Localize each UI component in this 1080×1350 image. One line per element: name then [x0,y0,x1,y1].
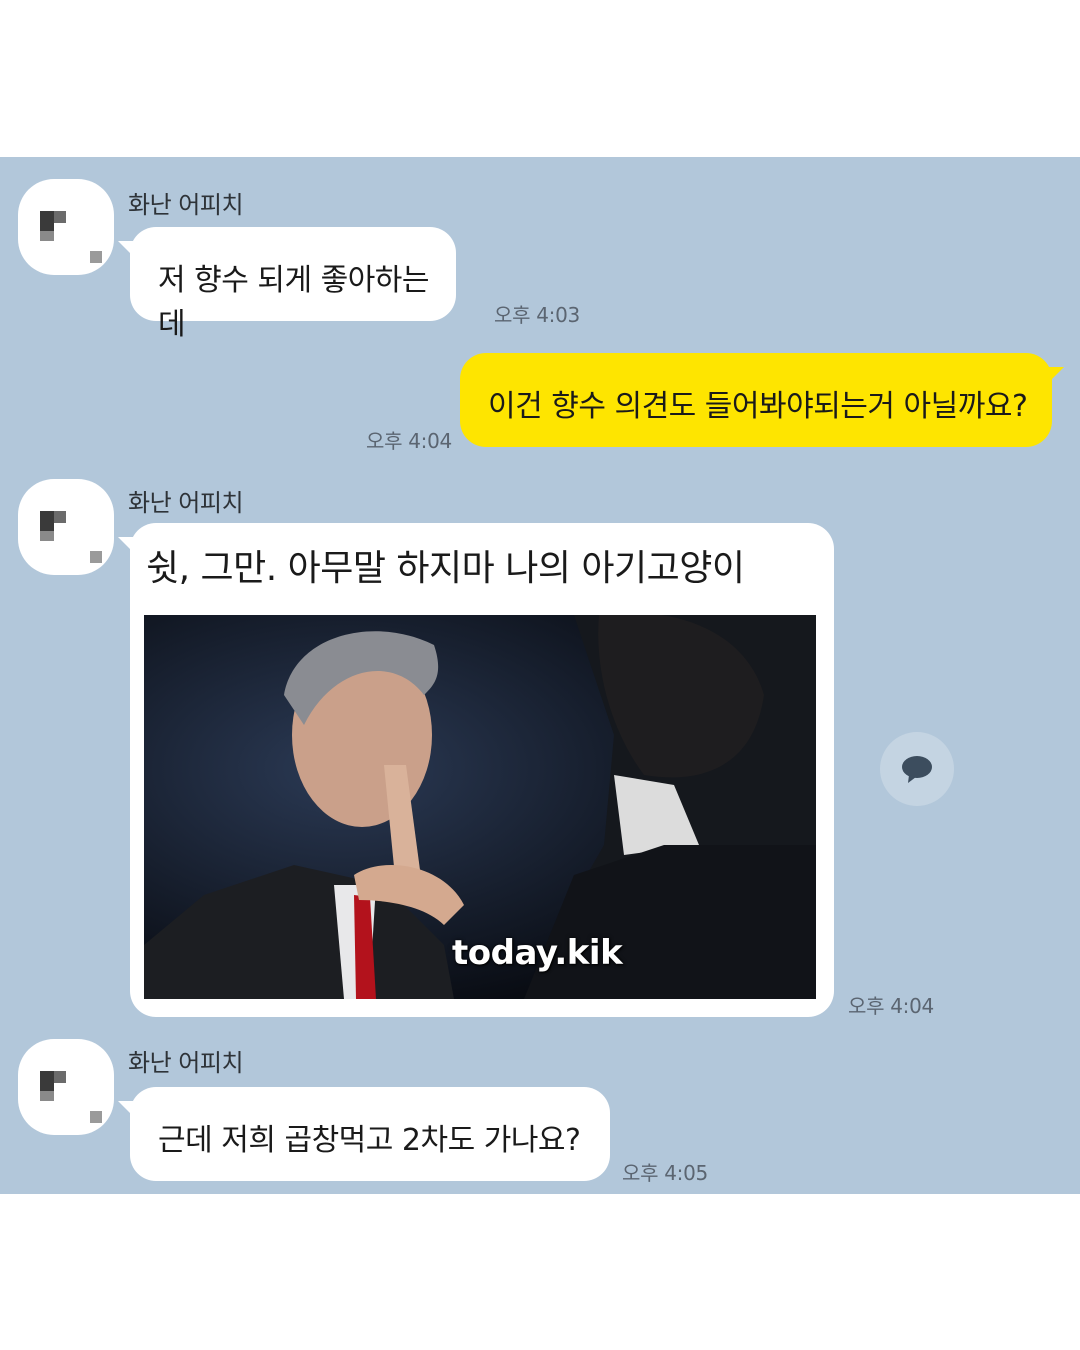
sender-name: 화난 어피치 [128,489,244,517]
message-bubble[interactable]: 근데 저희 곱창먹고 2차도 가나요? [118,1087,610,1181]
avatar[interactable] [18,1039,114,1135]
my-message-bubble[interactable]: 이건 향수 의견도 들어봐야되는거 아닐까요? [460,353,1064,447]
message-time: 오후 4:05 [622,1161,708,1185]
image-message-bubble[interactable]: 쉿, 그만. 아무말 하지마 나의 아기고양이 today.kik [118,523,834,1017]
message-text: 이건 향수 의견도 들어봐야되는거 아닐까요? [488,389,1028,424]
message-text: 근데 저희 곱창먹고 2차도 가나요? [158,1123,581,1158]
sender-name: 화난 어피치 [128,1049,244,1077]
sender-name: 화난 어피치 [128,191,244,219]
message-time: 오후 4:04 [848,994,934,1018]
watermark: today.kik [452,933,623,973]
meme-photo[interactable]: today.kik [144,615,816,999]
share-button[interactable] [880,732,954,806]
message-bubble[interactable]: 저 향수 되게 좋아하는데 [118,227,456,342]
message-time: 오후 4:03 [494,303,580,327]
message-text: 쉿, 그만. 아무말 하지마 나의 아기고양이 [146,548,745,589]
message-text: 저 향수 되게 좋아하는데 [158,263,430,342]
avatar[interactable] [18,179,114,275]
avatar[interactable] [18,479,114,575]
message-time: 오후 4:04 [366,429,452,453]
speech-bubble-icon [902,756,932,783]
chat-room[interactable]: 화난 어피치 저 향수 되게 좋아하는데 오후 4:03 이건 향수 의견도 들… [0,157,1080,1194]
